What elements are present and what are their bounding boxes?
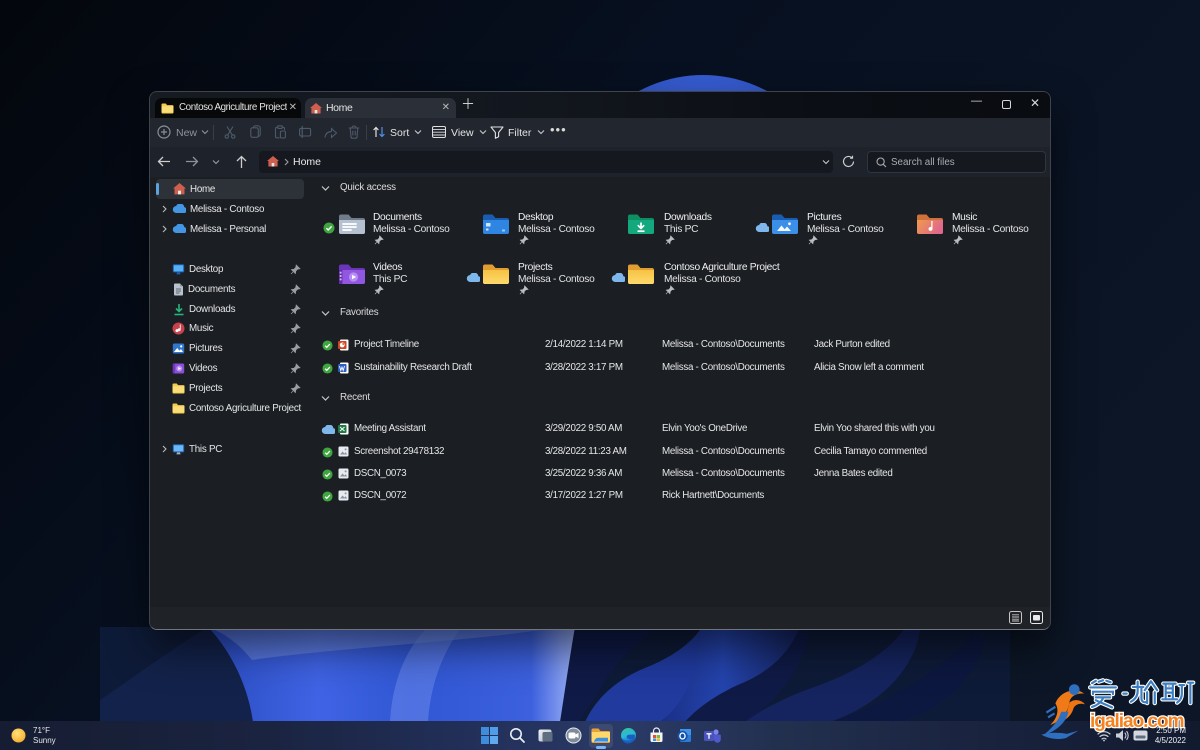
svg-text:igaliao.com: igaliao.com (1090, 711, 1184, 732)
